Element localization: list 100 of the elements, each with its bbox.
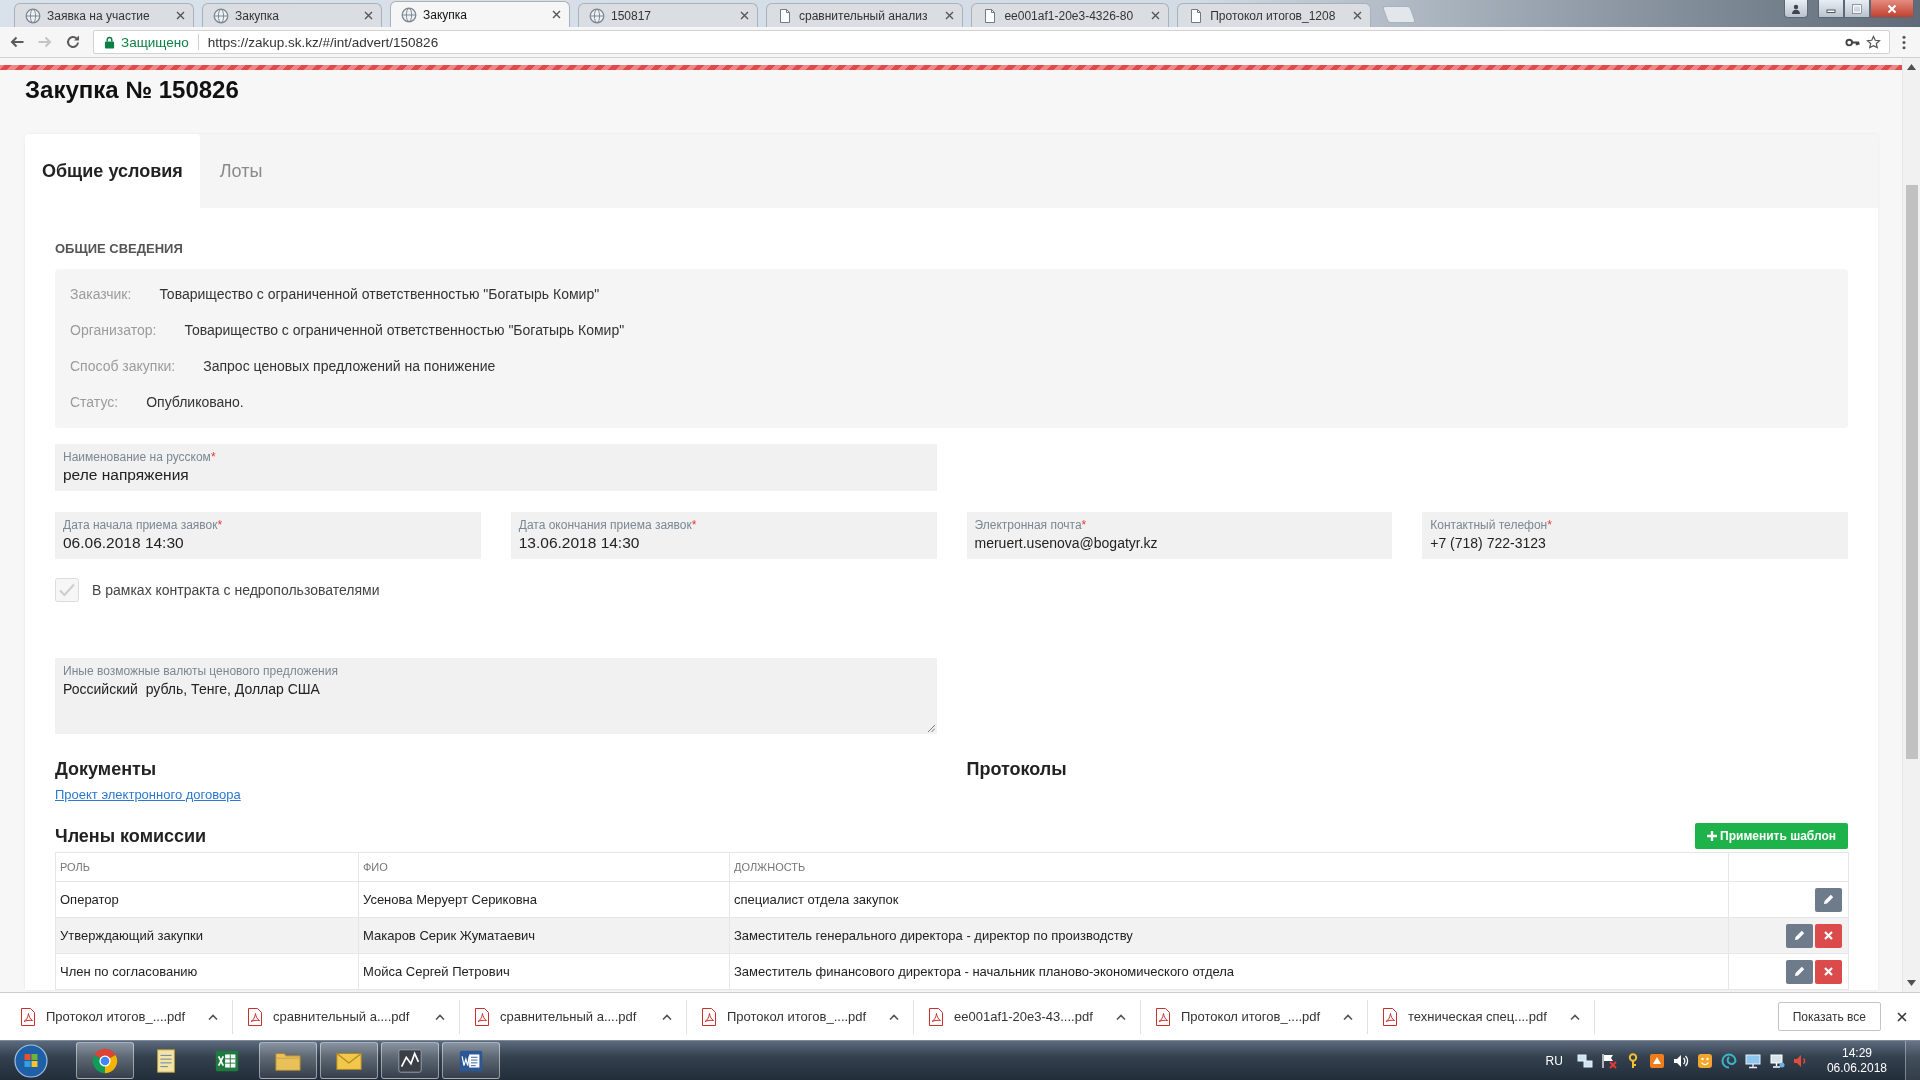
taskbar-button[interactable] xyxy=(381,1042,439,1079)
field-label: Дата начала приема заявок* xyxy=(63,518,223,533)
close-icon xyxy=(1823,966,1834,977)
page-title: Закупка № 150826 xyxy=(25,75,239,105)
menu-icon[interactable] xyxy=(1902,34,1906,50)
browser-tab[interactable]: Закупка xyxy=(202,3,382,27)
edit-button[interactable] xyxy=(1786,959,1813,984)
show-all-button[interactable]: Показать все xyxy=(1777,1002,1881,1031)
field-label: Иные возможные валюты ценового предложения xyxy=(63,664,338,679)
browser-tab[interactable]: сравнительный анализ xyxy=(766,3,964,27)
chevron-up-icon[interactable] xyxy=(1570,1013,1580,1020)
close-icon[interactable] xyxy=(1151,11,1161,20)
delete-button[interactable] xyxy=(1815,959,1842,984)
text-field[interactable]: Контактный телефон* +7 (718) 722-3123 xyxy=(1422,512,1848,559)
download-item[interactable]: техническая спец....pdf xyxy=(1368,999,1595,1034)
close-icon[interactable] xyxy=(945,11,955,20)
resize-grip-icon[interactable] xyxy=(926,724,935,732)
computers-icon[interactable] xyxy=(1576,1052,1593,1069)
field-value: meruert.usenova@bogatyr.kz xyxy=(974,534,1158,553)
scroll-down-icon[interactable] xyxy=(1907,980,1916,986)
close-icon xyxy=(1823,930,1834,941)
table-cell: Заместитель генерального директора - директор по производству xyxy=(729,917,1729,954)
edit-button[interactable] xyxy=(1786,923,1813,948)
delete-button[interactable] xyxy=(1815,923,1842,948)
person-icon xyxy=(1791,3,1801,14)
taskbar-button[interactable] xyxy=(442,1042,500,1079)
text-field[interactable]: Дата начала приема заявок* 06.06.2018 14:30 xyxy=(55,512,481,559)
globe-icon xyxy=(213,7,229,24)
flag-icon[interactable] xyxy=(1600,1052,1617,1069)
download-item[interactable]: сравнительный а....pdf xyxy=(460,999,687,1034)
app-tile-icon[interactable] xyxy=(1648,1052,1665,1069)
close-icon[interactable] xyxy=(1897,1011,1907,1022)
text-field[interactable]: Дата окончания приема заявок* 13.06.2018 14:30 xyxy=(510,512,937,559)
globe-icon xyxy=(401,6,417,23)
field-value: 06.06.2018 14:30 xyxy=(63,533,184,553)
close-icon[interactable] xyxy=(1353,11,1363,20)
back-icon[interactable] xyxy=(9,34,25,50)
chevron-up-icon[interactable] xyxy=(662,1013,672,1020)
close-icon[interactable] xyxy=(364,11,373,20)
download-item[interactable]: Протокол итогов_....pdf xyxy=(687,999,914,1034)
url-text: https://zakup.sk.kz/#/int/advert/150826 xyxy=(207,34,439,50)
chevron-up-icon[interactable] xyxy=(208,1013,218,1020)
chevron-up-icon[interactable] xyxy=(1343,1013,1353,1020)
field-label: Дата окончания приема заявок* xyxy=(518,518,697,533)
close-icon[interactable] xyxy=(740,11,749,20)
download-item[interactable]: ee001af1-20e3-43....pdf xyxy=(914,999,1141,1034)
scrollbar[interactable] xyxy=(1902,58,1920,992)
browser-tab[interactable]: 150817 xyxy=(578,3,758,27)
smiley-icon[interactable] xyxy=(1696,1052,1713,1069)
scrollbar-thumb[interactable] xyxy=(1905,185,1918,759)
browser-tab[interactable]: ee001af1-20e3-4326-80 xyxy=(971,3,1170,27)
close-button[interactable] xyxy=(1870,0,1914,18)
scroll-up-icon[interactable] xyxy=(1907,64,1916,70)
checkbox-label: В рамках контракта с недропользователями xyxy=(92,582,380,598)
field-value: Российский рубль, Тенге, Доллар США xyxy=(63,680,320,699)
document-link[interactable]: Проект электронного договора xyxy=(55,787,241,803)
download-item[interactable]: Протокол итогов_....pdf xyxy=(1141,999,1368,1034)
text-field[interactable]: Наименование на русском* реле напряжения xyxy=(55,444,937,491)
clock[interactable]: 14:29 06.06.2018 xyxy=(1826,1045,1887,1076)
text-field[interactable]: Электронная почта* meruert.usenova@bogatyr.kz xyxy=(966,512,1393,559)
taskbar-button[interactable] xyxy=(320,1042,378,1079)
field-label: Контактный телефон* xyxy=(1430,518,1552,533)
text-area[interactable]: Иные возможные валюты ценового предложения Российский рубль, Тенге, Доллар США xyxy=(55,658,937,734)
table-cell: специалист отдела закупок xyxy=(729,881,1729,918)
language-indicator[interactable]: RU xyxy=(1545,1053,1563,1068)
chevron-up-icon[interactable] xyxy=(889,1013,899,1020)
star-icon[interactable] xyxy=(1866,34,1881,50)
info-label: Статус: xyxy=(70,394,119,410)
taskbar-button[interactable] xyxy=(259,1042,317,1079)
maximize-button[interactable] xyxy=(1844,0,1870,18)
table-cell: Заместитель финансового директора - начальник планово-экономического отдела xyxy=(729,953,1729,990)
download-item[interactable]: Протокол итогов_....pdf xyxy=(6,999,233,1034)
monitor-icon[interactable] xyxy=(1744,1052,1761,1069)
table-cell: Утверждающий закупки xyxy=(55,917,359,954)
chevron-up-icon[interactable] xyxy=(1116,1013,1126,1020)
browser-tab[interactable]: Заявка на участие xyxy=(14,3,194,27)
section-heading: Документы xyxy=(55,758,157,780)
close-icon[interactable] xyxy=(552,10,561,19)
table-cell: Усенова Меруерт Сериковна xyxy=(358,881,730,918)
clock-date: 06.06.2018 xyxy=(1826,1060,1887,1076)
chevron-up-icon[interactable] xyxy=(435,1013,445,1020)
info-label: Способ закупки: xyxy=(70,358,176,374)
pdf-file-icon xyxy=(20,1007,36,1026)
swirl-icon[interactable] xyxy=(1720,1052,1737,1069)
minimize-button[interactable] xyxy=(1818,0,1844,18)
field-value: +7 (718) 722-3123 xyxy=(1430,534,1546,553)
monitor-icon[interactable] xyxy=(1768,1052,1785,1069)
orb-icon xyxy=(14,1043,48,1078)
edit-button[interactable] xyxy=(1815,887,1842,912)
browser-tab[interactable]: Протокол итогов_1208 xyxy=(1177,3,1372,27)
reload-icon[interactable] xyxy=(65,34,81,50)
profile-button[interactable] xyxy=(1784,0,1808,18)
taskbar-button[interactable] xyxy=(76,1042,134,1079)
close-icon[interactable] xyxy=(176,11,185,20)
show-desktop-button[interactable] xyxy=(1905,1041,1920,1080)
download-item[interactable]: сравнительный а....pdf xyxy=(233,999,460,1034)
address-bar[interactable]: Защищено https://zakup.sk.kz/#/int/advert/150826 xyxy=(93,30,1890,54)
pdf-file-icon xyxy=(1382,1007,1398,1026)
page-tab[interactable]: Общие условия xyxy=(25,134,200,208)
browser-tab[interactable]: Закупка xyxy=(390,1,570,27)
